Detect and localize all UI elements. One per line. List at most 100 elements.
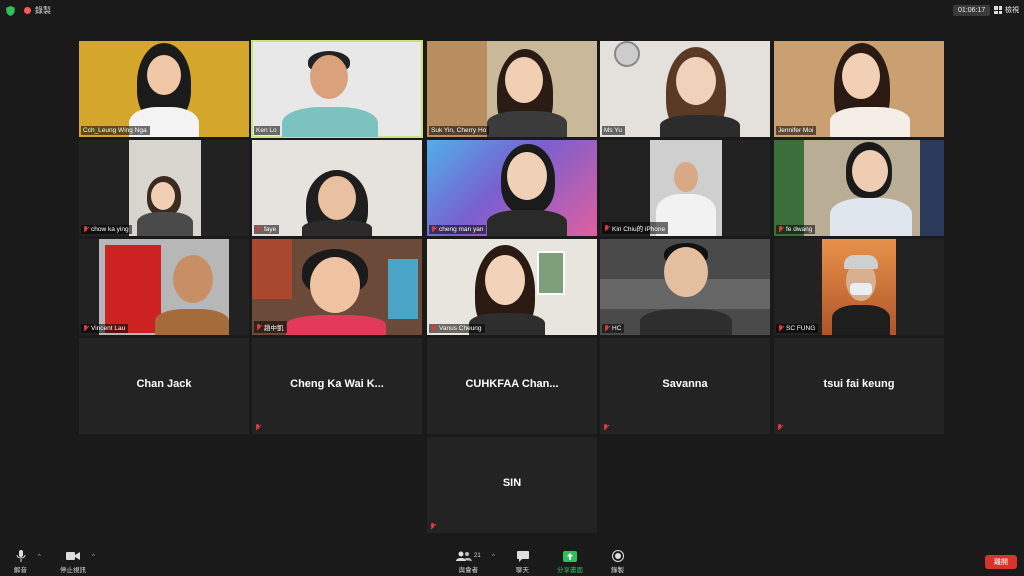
record-button[interactable]: 錄製 (611, 550, 624, 574)
participant-body (832, 305, 890, 335)
participant-name: tsui fai keung (823, 378, 895, 390)
muted-mic-icon (256, 323, 262, 331)
participant-caption: fe dwang (776, 225, 816, 234)
muted-mic-icon (604, 224, 610, 232)
participant-caption: Ken Lo (254, 126, 280, 135)
participant-face (173, 255, 213, 303)
muted-mic-icon (603, 424, 609, 431)
participant-face (842, 53, 880, 99)
recording-icon (24, 7, 31, 14)
video-tile[interactable]: Ms Yu (600, 41, 770, 137)
participant-face (507, 152, 547, 200)
meeting-toolbar: 解音 ^ 停止視訊 ^ 21 與會者 ^ 聊天 分享畫面 錄製 (0, 546, 1024, 576)
video-off-tile[interactable]: CUHKFAA Chan... (427, 338, 597, 434)
chevron-up-icon[interactable]: ^ (38, 554, 41, 560)
video-off-tile[interactable]: SIN (427, 437, 597, 533)
share-screen-icon (563, 550, 577, 562)
video-off-tile[interactable]: Savanna (600, 338, 770, 434)
video-tile[interactable]: chow ka ying (79, 140, 249, 236)
video-tile[interactable]: HC (600, 239, 770, 335)
muted-mic-icon (431, 325, 437, 332)
leave-meeting-button[interactable]: 離開 (985, 555, 1017, 569)
participant-body (302, 220, 372, 236)
video-off-tile[interactable]: Chan Jack (79, 338, 249, 434)
video-tile[interactable]: Suk Yin, Cherry Ho (427, 41, 597, 137)
screen-background (388, 259, 418, 319)
participant-body (487, 210, 567, 236)
video-off-tile[interactable]: tsui fai keung (774, 338, 944, 434)
participant-caption: HC (602, 324, 625, 333)
cap-hat (844, 255, 878, 269)
participant-caption: Kin Chiu的 iPhone (602, 222, 669, 234)
participants-label: 與會者 (458, 567, 479, 574)
participant-caption: SC FUNG (776, 324, 819, 333)
muted-mic-icon (83, 325, 89, 332)
wall-art-background (537, 251, 565, 295)
chevron-up-icon[interactable]: ^ (492, 554, 495, 560)
record-icon (611, 550, 624, 562)
participant-caption: Cch_Leung Wing Nga (81, 126, 150, 135)
participant-caption: Vanus Cheung (429, 324, 485, 333)
participant-body (487, 111, 567, 137)
participant-name: Savanna (662, 378, 708, 390)
participant-face (151, 182, 175, 210)
shield-icon[interactable] (6, 6, 15, 16)
chevron-up-icon[interactable]: ^ (92, 554, 95, 560)
muted-mic-icon (430, 523, 436, 530)
video-off-tile[interactable]: Cheng Ka Wai K... (252, 338, 422, 434)
participants-count: 21 (474, 553, 481, 559)
participant-caption: chow ka ying (81, 225, 132, 234)
participant-face (318, 176, 356, 220)
video-camera-icon (66, 550, 80, 562)
recording-label[interactable]: 錄製 (35, 5, 51, 16)
participants-button[interactable]: 21 與會者 (456, 550, 481, 574)
video-tile[interactable]: faye (252, 140, 422, 236)
video-tile[interactable]: 趙中凱 (252, 239, 422, 335)
video-tile[interactable]: Vanus Cheung (427, 239, 597, 335)
participant-caption: cheng man yan (429, 225, 487, 234)
participant-body (830, 107, 910, 137)
grid-view-icon (994, 6, 1002, 14)
participant-face (310, 257, 360, 313)
participant-body (155, 309, 229, 335)
video-tile[interactable]: Jennifer Moi (774, 41, 944, 137)
unmute-button[interactable]: 解音 (14, 550, 27, 574)
muted-mic-icon (778, 325, 784, 332)
unmute-label: 解音 (14, 567, 27, 574)
record-label: 錄製 (611, 567, 624, 574)
microphone-icon (16, 550, 26, 562)
video-tile[interactable]: cheng man yan (427, 140, 597, 236)
video-tile-active-speaker[interactable]: Ken Lo (251, 40, 423, 138)
muted-mic-icon (778, 226, 784, 233)
participant-body (137, 212, 193, 236)
share-screen-button[interactable]: 分享畫面 (557, 550, 583, 574)
video-tile[interactable]: Cch_Leung Wing Nga (79, 41, 249, 137)
video-frame (822, 239, 896, 335)
participant-name: SIN (502, 477, 522, 489)
bookshelf-background (920, 140, 944, 236)
video-tile[interactable]: Kin Chiu的 iPhone (600, 140, 770, 236)
participant-face (676, 57, 716, 105)
video-tile[interactable]: Vincent Lau (79, 239, 249, 335)
participant-face (485, 255, 525, 305)
plant-background (774, 140, 804, 236)
participant-caption: Suk Yin, Cherry Ho (429, 126, 490, 135)
vending-machine-background (105, 245, 161, 333)
participant-caption: Jennifer Moi (776, 126, 817, 135)
building-background (427, 41, 487, 137)
muted-mic-icon (256, 226, 262, 233)
face-mask (850, 283, 872, 295)
participants-icon: 21 (456, 550, 481, 562)
share-screen-label: 分享畫面 (557, 567, 583, 574)
participant-face (310, 55, 348, 99)
participant-face (505, 57, 543, 103)
chat-button[interactable]: 聊天 (516, 550, 529, 574)
video-frame (99, 239, 229, 335)
video-tile[interactable]: fe dwang (774, 140, 944, 236)
participant-body (640, 309, 732, 335)
video-tile[interactable]: SC FUNG (774, 239, 944, 335)
muted-mic-icon (255, 424, 261, 431)
view-button[interactable]: 檢視 (994, 5, 1019, 15)
stop-video-button[interactable]: 停止視訊 (60, 550, 86, 574)
participant-caption: Vincent Lau (81, 324, 129, 333)
